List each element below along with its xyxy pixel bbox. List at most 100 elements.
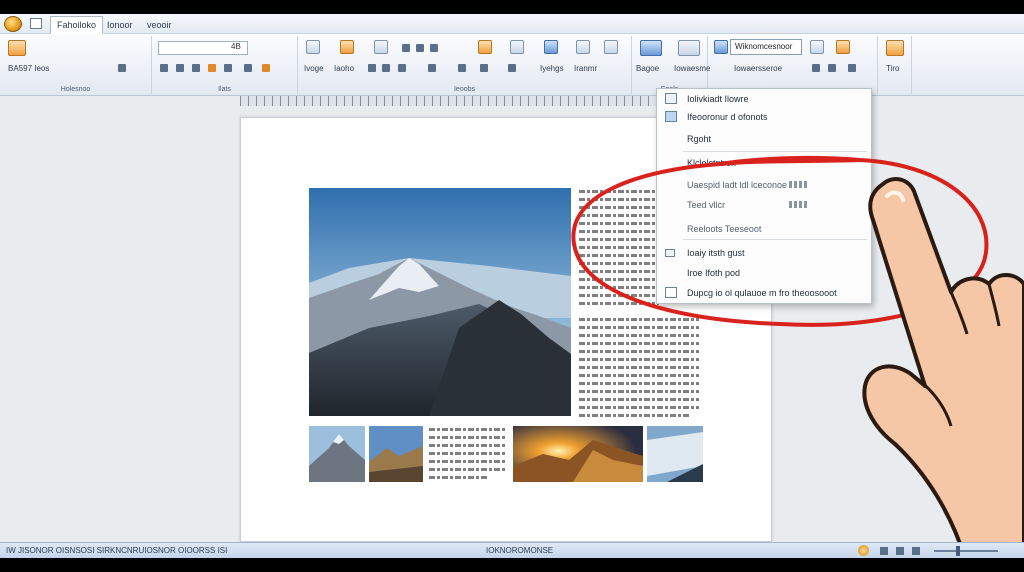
highlight-icon[interactable]: [208, 64, 216, 72]
grow-font-icon[interactable]: [244, 64, 252, 72]
numbering-icon[interactable]: [416, 44, 424, 52]
text-line: [579, 366, 699, 369]
ribbon-label-iowaesme[interactable]: Iowaesme: [674, 64, 710, 73]
ribbon-label-styles[interactable]: Iyehgs: [540, 64, 564, 73]
menu-item-label: Iolivkiadt Ilowre: [687, 94, 749, 104]
italic-icon[interactable]: [176, 64, 184, 72]
text-line: [429, 468, 507, 471]
ribbon-group-styles: Wiknomcesnoor Iowaersseroe: [708, 36, 878, 94]
ribbon-group-arrange: Bagoe Iowaesme Enols: [632, 36, 710, 94]
text-line: [579, 334, 699, 337]
chart-icon[interactable]: [478, 40, 492, 54]
shapes-icon[interactable]: [374, 40, 388, 54]
paste-icon[interactable]: [8, 40, 26, 56]
replace-icon[interactable]: [828, 64, 836, 72]
view-outline-icon[interactable]: [912, 547, 920, 555]
justify-icon[interactable]: [428, 64, 436, 72]
table-icon[interactable]: [544, 40, 558, 54]
styles-dropdown[interactable]: Wiknomcesnoor: [730, 39, 802, 55]
group-label-clipboard: Holesnoo: [60, 86, 91, 93]
tab-insert[interactable]: Ionoor: [100, 16, 140, 34]
ribbon-group-clipboard: BA597 Ieos Holesnoo: [0, 36, 152, 94]
position-icon[interactable]: [640, 40, 662, 56]
clipart-icon[interactable]: [340, 40, 354, 54]
zoom-slider[interactable]: [934, 550, 998, 552]
find-icon[interactable]: [812, 64, 820, 72]
underline-icon[interactable]: [192, 64, 200, 72]
ribbon-label-photo[interactable]: Iaoho: [334, 64, 354, 73]
align-right-icon[interactable]: [398, 64, 406, 72]
text-line: [429, 436, 507, 439]
wordart-icon[interactable]: [604, 40, 618, 54]
shading-icon[interactable]: [480, 64, 488, 72]
text-line: [579, 374, 699, 377]
indent-icon[interactable]: [430, 44, 438, 52]
editing-icon[interactable]: [836, 40, 850, 54]
table-icon: [665, 93, 677, 104]
thumbnail-photo-2[interactable]: [369, 426, 423, 482]
tab-view[interactable]: veooir: [140, 16, 179, 34]
thumbnail-photo-snow[interactable]: [647, 426, 703, 482]
ribbon-label-frame[interactable]: Iranmr: [574, 64, 597, 73]
clipboard-caption: BA597 Ieos: [8, 64, 50, 73]
office-button-icon[interactable]: [4, 16, 22, 32]
textbox-icon[interactable]: [576, 40, 590, 54]
thumbnail-graphic: [513, 426, 643, 482]
font-color-icon[interactable]: [224, 64, 232, 72]
tools-icon[interactable]: [886, 40, 904, 56]
thumbnail-graphic: [309, 426, 365, 482]
wrap-text-icon[interactable]: [678, 40, 700, 56]
line-spacing-icon[interactable]: [458, 64, 466, 72]
view-web-icon[interactable]: [896, 547, 904, 555]
menu-item-label: Ifeooronur d ofonots: [687, 112, 768, 122]
status-center-text: IOKNOROMONSE: [486, 546, 554, 555]
tab-home[interactable]: Fahoiloko: [50, 16, 104, 34]
format-painter-icon[interactable]: [118, 64, 126, 72]
text-line: [579, 414, 689, 417]
word-processor-window: Fahoiloko Ionoor veooir BA597 Ieos Holes…: [0, 14, 1024, 558]
group-label-font: Ilats: [218, 86, 231, 93]
align-center-icon[interactable]: [382, 64, 390, 72]
text-line: [429, 428, 507, 431]
align-left-icon[interactable]: [368, 64, 376, 72]
menu-item-picture[interactable]: Ifeooronur d ofonots: [657, 107, 871, 127]
clear-format-icon[interactable]: [262, 64, 270, 72]
ribbon: BA597 Ieos Holesnoo 4B Ilats Ivoge Iaoho…: [0, 34, 1024, 96]
bold-icon[interactable]: [160, 64, 168, 72]
zoom-slider-thumb[interactable]: [956, 546, 960, 556]
quick-access-menu-icon[interactable]: [30, 18, 42, 29]
change-styles-icon[interactable]: [810, 40, 824, 54]
menu-item-table[interactable]: Iolivkiadt Ilowre: [657, 89, 871, 109]
thumbnail-photo-1[interactable]: [309, 426, 365, 482]
thumbnail-graphic: [369, 426, 423, 482]
font-size-field[interactable]: 4B: [228, 41, 288, 55]
text-line: [579, 342, 699, 345]
border-icon[interactable]: [508, 64, 516, 72]
text-line: [429, 460, 507, 463]
bullets-icon[interactable]: [402, 44, 410, 52]
status-orb-icon[interactable]: [858, 545, 869, 556]
thumbnail-photo-sunset[interactable]: [513, 426, 643, 482]
ribbon-label-bagoe[interactable]: Bagoe: [636, 64, 659, 73]
text-line: [429, 444, 507, 447]
horizontal-ruler[interactable]: [240, 96, 660, 106]
title-bar: Fahoiloko Ionoor veooir: [0, 14, 1024, 34]
text-line: [429, 476, 489, 479]
mountain-photo[interactable]: [309, 188, 571, 416]
pointing-hand-illustration: [862, 177, 1024, 558]
ribbon-label-iowaersseroe[interactable]: Iowaersseroe: [734, 64, 782, 73]
picture-icon: [665, 111, 677, 122]
thumbnail-graphic: [647, 426, 703, 482]
status-left-text: IW JISONOR OISNSOSI SIRKNCNRUIOSNOR OIOO…: [6, 546, 228, 555]
group-label-paragraph: Ieoobs: [453, 86, 476, 93]
smartart-icon[interactable]: [510, 40, 524, 54]
view-print-icon[interactable]: [880, 547, 888, 555]
style-gallery-icon[interactable]: [714, 40, 728, 54]
text-line: [579, 358, 699, 361]
status-bar: IW JISONOR OISNSOSI SIRKNCNRUIOSNOR OIOO…: [0, 542, 1024, 558]
picture-icon[interactable]: [306, 40, 320, 54]
ribbon-label-tiro[interactable]: Tiro: [886, 64, 899, 73]
text-line: [579, 350, 699, 353]
ribbon-label-image[interactable]: Ivoge: [304, 64, 324, 73]
select-icon[interactable]: [848, 64, 856, 72]
